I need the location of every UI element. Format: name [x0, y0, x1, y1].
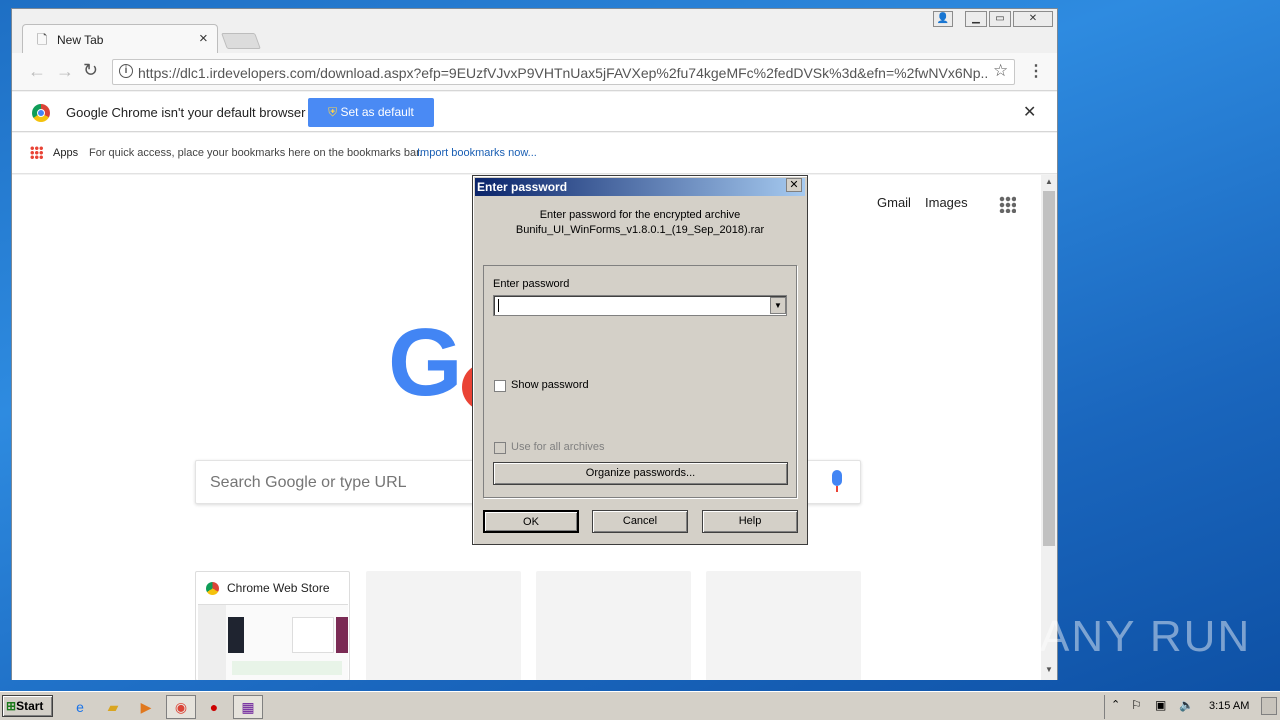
- ie-icon[interactable]: e: [69, 697, 91, 717]
- star-icon[interactable]: ☆: [993, 61, 1008, 81]
- network-icon[interactable]: ▣: [1155, 698, 1166, 712]
- tray-expand-icon[interactable]: ⌃: [1111, 698, 1120, 711]
- chrome-web-store-icon: [206, 582, 219, 595]
- apps-grid-icon[interactable]: [30, 146, 43, 159]
- winrar-taskbar-icon[interactable]: ▦: [233, 695, 263, 719]
- menu-icon[interactable]: ⋮: [1028, 61, 1044, 81]
- opera-icon[interactable]: ●: [203, 697, 225, 717]
- infobar-close-icon[interactable]: ✕: [1023, 102, 1036, 122]
- empty-tile: [366, 571, 521, 680]
- windows-logo-icon: ⊞: [6, 699, 17, 713]
- taskbar: ⊞Start e ▰ ▶ ◉ ● ▦ ⌃ ⚐ ▣ 🔈 3:15 AM: [0, 691, 1280, 720]
- profile-icon[interactable]: 👤: [933, 11, 953, 27]
- flag-icon[interactable]: ⚐: [1131, 698, 1142, 712]
- ok-button[interactable]: OK: [483, 510, 579, 533]
- media-player-icon[interactable]: ▶: [135, 697, 157, 717]
- page-icon: 🗋: [37, 32, 48, 47]
- gmail-link[interactable]: Gmail: [877, 195, 911, 210]
- password-dialog: Enter password ✕ Enter password for the …: [472, 175, 808, 545]
- tab-close-icon[interactable]: ×: [199, 30, 208, 47]
- anyrun-watermark: ANY RUN: [1040, 612, 1252, 661]
- infobar-text: Google Chrome isn't your default browser: [66, 105, 306, 120]
- toolbar: ← → ↻ i https://dlc1.irdevelopers.com/do…: [12, 53, 1057, 91]
- empty-tile: [536, 571, 691, 680]
- dialog-message-line2: Bunifu_UI_WinForms_v1.8.0.1_(19_Sep_2018…: [515, 224, 765, 236]
- search-placeholder: Search Google or type URL: [210, 474, 407, 491]
- tile-title: Chrome Web Store: [227, 581, 330, 595]
- password-label: Enter password: [493, 278, 570, 290]
- tile-thumbnail: [198, 604, 348, 680]
- password-combobox[interactable]: ▼: [493, 295, 787, 316]
- system-tray: ⌃ ⚐ ▣ 🔈 3:15 AM: [1104, 695, 1280, 719]
- start-label: Start: [16, 699, 44, 713]
- show-password-label[interactable]: Show password: [511, 379, 589, 391]
- empty-tile: [706, 571, 861, 680]
- tab-strip: 🗋 New Tab × 👤 ▁ ▭ ✕: [12, 9, 1057, 54]
- dialog-message-line1: Enter password for the encrypted archive: [539, 209, 741, 221]
- tab-title: New Tab: [57, 33, 104, 47]
- address-bar[interactable]: i https://dlc1.irdevelopers.com/download…: [112, 59, 1015, 85]
- use-for-all-label: Use for all archives: [511, 441, 605, 453]
- url-text: https://dlc1.irdevelopers.com/download.a…: [138, 65, 988, 81]
- forward-icon[interactable]: →: [56, 61, 74, 82]
- cancel-button[interactable]: Cancel: [592, 510, 688, 533]
- new-tab-button[interactable]: [221, 33, 261, 49]
- dialog-title: Enter password: [475, 178, 805, 196]
- close-window-button[interactable]: ✕: [1013, 11, 1053, 27]
- clock[interactable]: 3:15 AM: [1209, 700, 1249, 712]
- scroll-up-icon[interactable]: ▲: [1045, 177, 1053, 186]
- volume-icon[interactable]: 🔈: [1179, 698, 1194, 712]
- apps-link[interactable]: Apps: [53, 147, 78, 159]
- microphone-icon[interactable]: [832, 470, 842, 486]
- dropdown-arrow-icon[interactable]: ▼: [770, 297, 786, 314]
- back-icon[interactable]: ←: [28, 61, 46, 82]
- scrollbar[interactable]: ▲ ▼: [1041, 175, 1057, 680]
- organize-passwords-button[interactable]: Organize passwords...: [493, 462, 788, 485]
- shield-icon: ⛨: [328, 105, 341, 119]
- apps-launcher-icon[interactable]: [999, 196, 1016, 213]
- start-button[interactable]: ⊞Start: [2, 695, 53, 717]
- password-group: Enter password ▼ Show password Use for a…: [483, 265, 797, 498]
- explorer-icon[interactable]: ▰: [102, 697, 124, 717]
- maximize-button[interactable]: ▭: [989, 11, 1011, 27]
- bookmarks-bar: Apps For quick access, place your bookma…: [12, 133, 1057, 174]
- show-desktop-button[interactable]: [1261, 697, 1277, 715]
- chrome-taskbar-icon[interactable]: ◉: [166, 695, 196, 719]
- info-icon[interactable]: i: [119, 64, 133, 78]
- set-default-button[interactable]: ⛨ Set as default: [308, 98, 434, 127]
- show-password-checkbox[interactable]: [494, 380, 506, 392]
- set-default-label: Set as default: [340, 105, 414, 119]
- minimize-button[interactable]: ▁: [965, 11, 987, 27]
- scroll-down-icon[interactable]: ▼: [1045, 665, 1053, 674]
- dialog-close-icon[interactable]: ✕: [786, 178, 802, 192]
- use-for-all-checkbox: [494, 442, 506, 454]
- tab-new-tab[interactable]: 🗋 New Tab ×: [22, 24, 218, 54]
- google-logo: G: [388, 309, 463, 416]
- import-bookmarks-link[interactable]: Import bookmarks now...: [417, 147, 537, 159]
- default-browser-infobar: Google Chrome isn't your default browser…: [12, 92, 1057, 132]
- help-button[interactable]: Help: [702, 510, 798, 533]
- most-visited-tile[interactable]: Chrome Web Store: [195, 571, 350, 680]
- text-caret: [498, 299, 499, 312]
- chrome-logo-icon: [32, 104, 50, 122]
- reload-icon[interactable]: ↻: [83, 60, 98, 81]
- bookmarks-hint: For quick access, place your bookmarks h…: [89, 147, 423, 159]
- images-link[interactable]: Images: [925, 195, 968, 210]
- scroll-thumb[interactable]: [1043, 191, 1055, 546]
